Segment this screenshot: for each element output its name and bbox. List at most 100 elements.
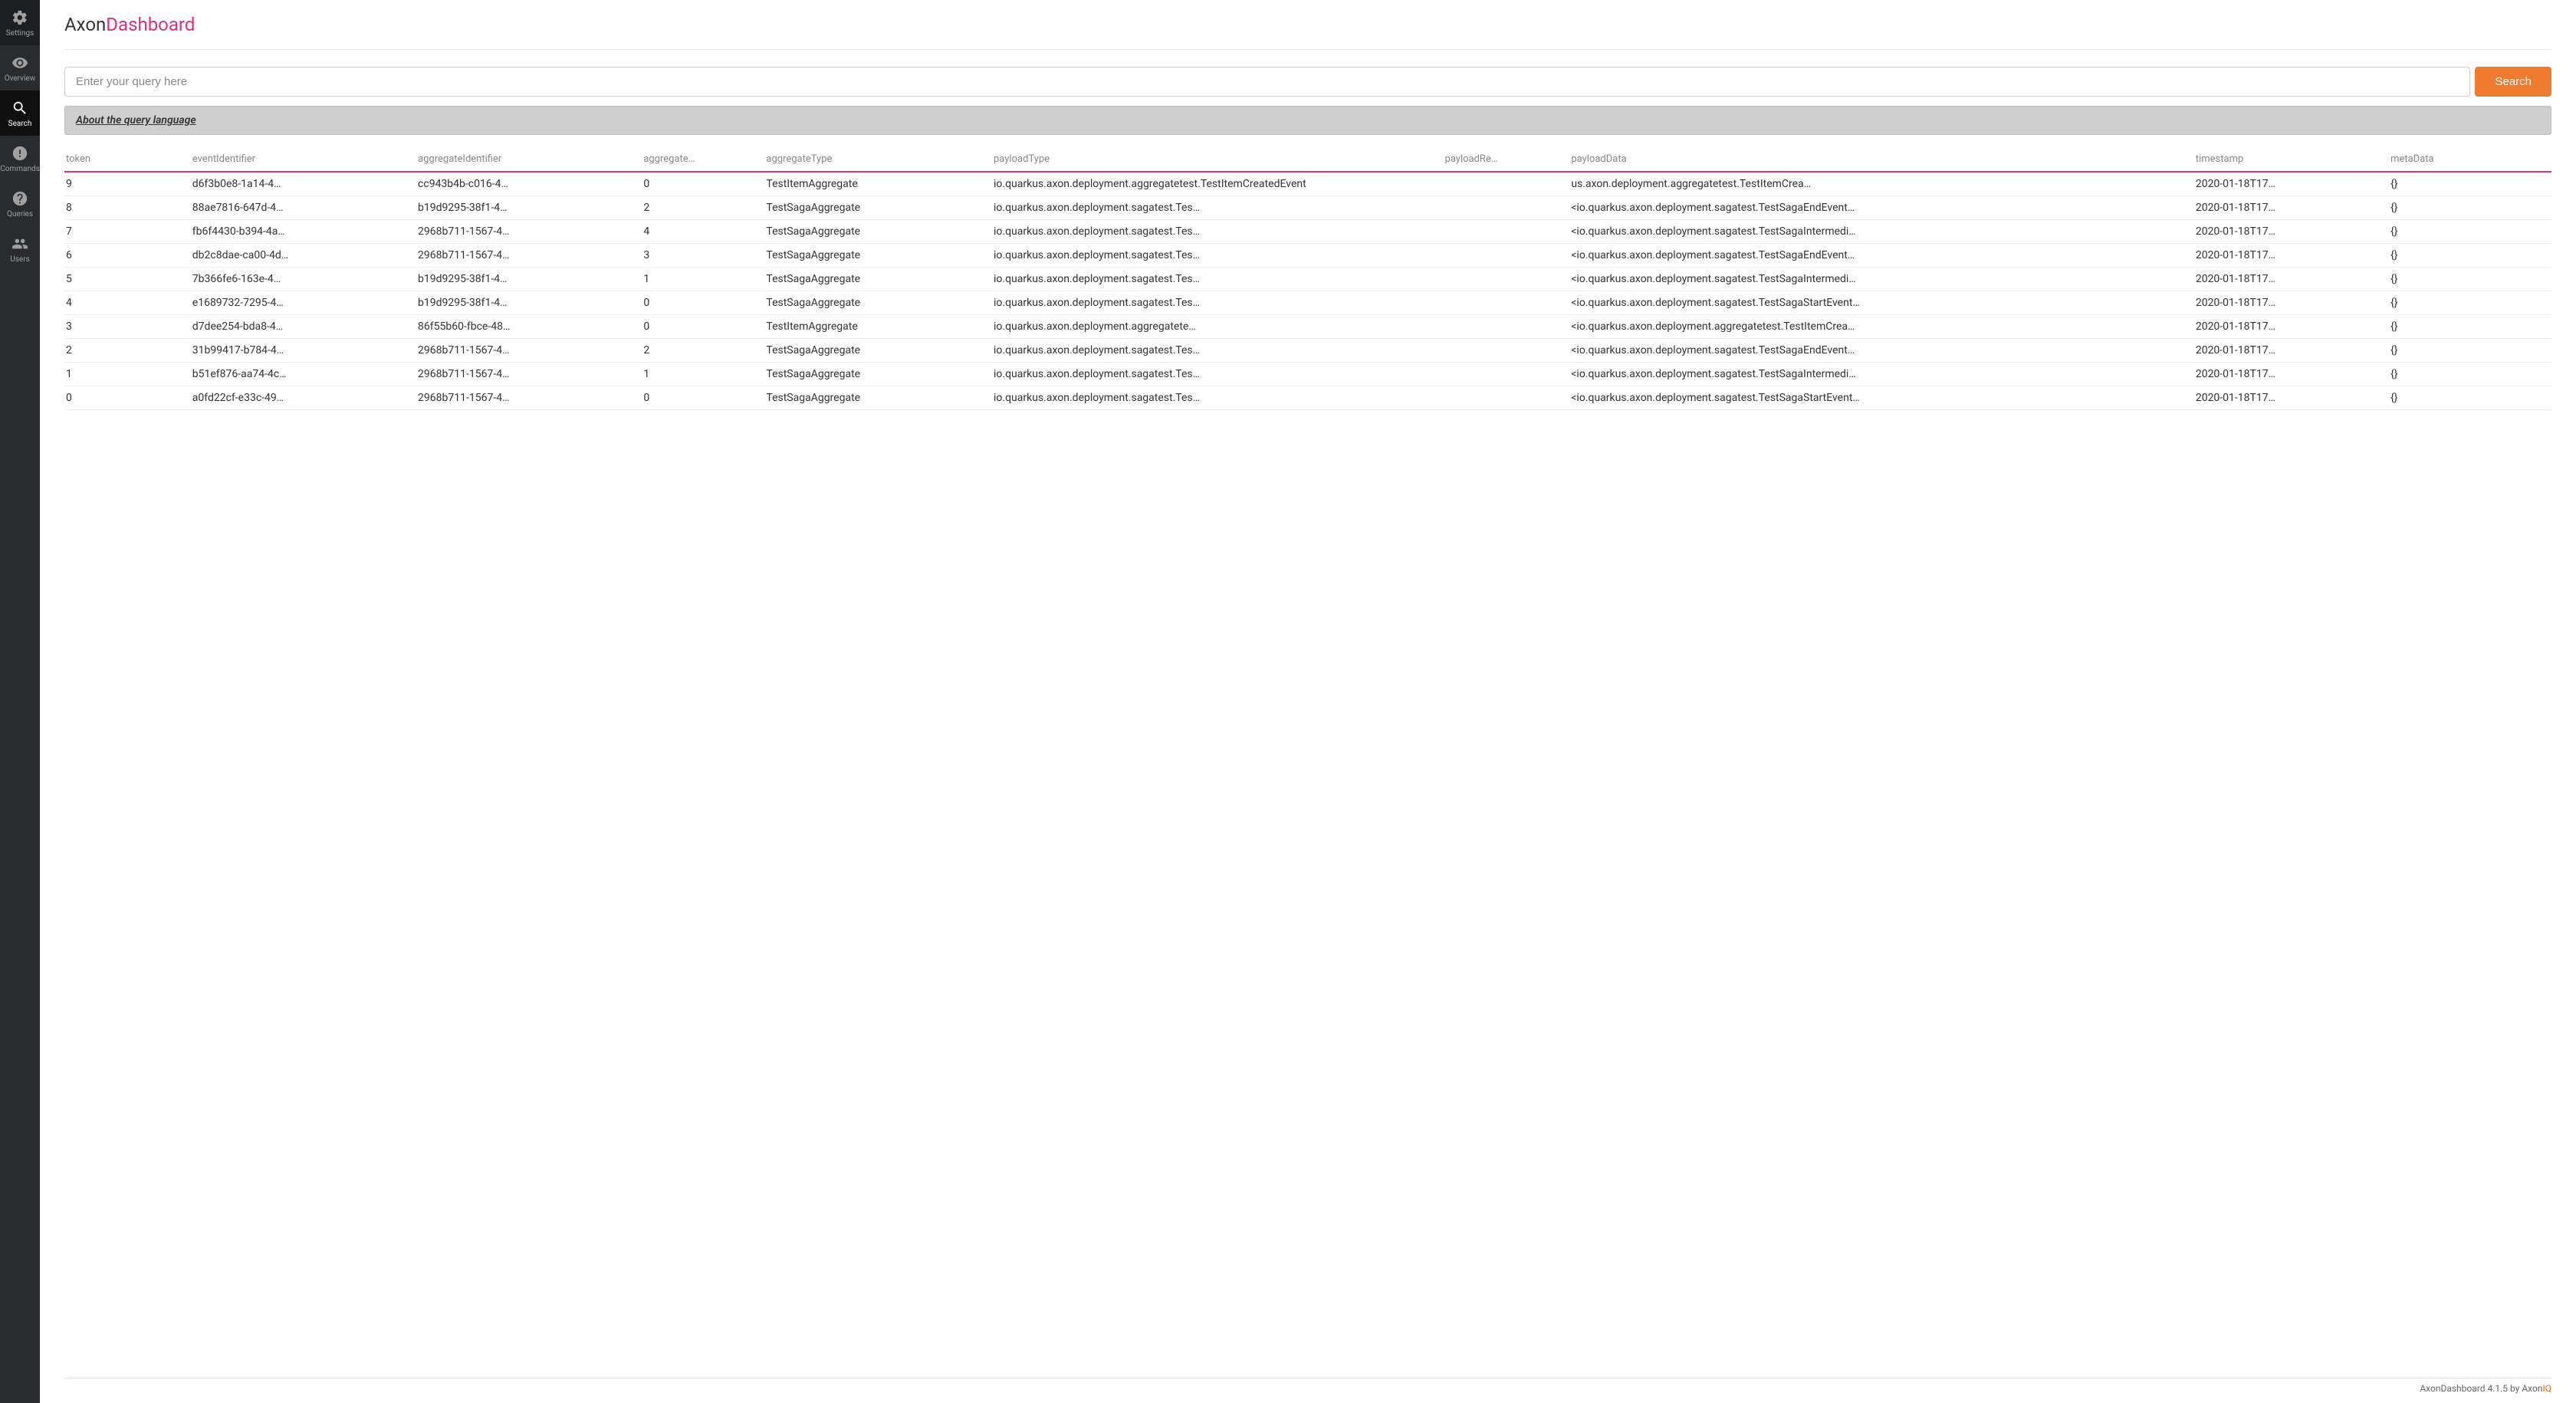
- column-header[interactable]: token: [64, 149, 191, 172]
- cell-metaData: {}: [2389, 172, 2551, 196]
- column-header[interactable]: aggregateType: [764, 149, 992, 172]
- cell-aggregateType: TestSagaAggregate: [764, 220, 992, 244]
- footer-brand: Axon: [2522, 1383, 2542, 1394]
- sidebar-item-label: Queries: [7, 210, 33, 219]
- cell-payloadType: io.quarkus.axon.deployment.aggregatetest…: [992, 172, 1444, 196]
- cell-eventIdentifier: b51ef876-aa74-4c…: [191, 363, 416, 386]
- cell-token: 1: [64, 363, 191, 386]
- table-row[interactable]: 1b51ef876-aa74-4c…2968b711-1567-4…1TestS…: [64, 363, 2551, 386]
- cell-timestamp: 2020-01-18T17…: [2194, 172, 2389, 196]
- cell-aggregateIdentifier: 2968b711-1567-4…: [416, 363, 642, 386]
- cell-metaData: {}: [2389, 315, 2551, 339]
- column-header[interactable]: metaData: [2389, 149, 2551, 172]
- footer: AxonDashboard 4.1.5 by AxonIQ: [64, 1378, 2551, 1394]
- cell-eventIdentifier: 88ae7816-647d-4…: [191, 196, 416, 220]
- cell-payloadType: io.quarkus.axon.deployment.sagatest.Tes…: [992, 291, 1444, 315]
- table-row[interactable]: 888ae7816-647d-4…b19d9295-38f1-4…2TestSa…: [64, 196, 2551, 220]
- column-header[interactable]: aggregateIdentifier: [416, 149, 642, 172]
- sidebar-item-label: Search: [8, 120, 32, 128]
- cell-aggregateType: TestSagaAggregate: [764, 339, 992, 363]
- column-header[interactable]: timestamp: [2194, 149, 2389, 172]
- cell-metaData: {}: [2389, 339, 2551, 363]
- cell-aggregateSeq: 1: [642, 268, 764, 291]
- cell-aggregateSeq: 1: [642, 363, 764, 386]
- cell-payloadData: <io.quarkus.axon.deployment.sagatest.Tes…: [1569, 268, 2194, 291]
- cell-payloadData: us.axon.deployment.aggregatetest.TestIte…: [1569, 172, 2194, 196]
- table-row[interactable]: 3d7dee254-bda8-4…86f55b60-fbce-48…0TestI…: [64, 315, 2551, 339]
- cell-metaData: {}: [2389, 244, 2551, 268]
- sidebar-item-users[interactable]: Users: [0, 226, 40, 271]
- cell-aggregateSeq: 0: [642, 172, 764, 196]
- column-header[interactable]: payloadType: [992, 149, 1444, 172]
- cell-payloadType: io.quarkus.axon.deployment.sagatest.Tes…: [992, 220, 1444, 244]
- cell-payloadType: io.quarkus.axon.deployment.sagatest.Tes…: [992, 339, 1444, 363]
- cell-payloadRev: [1444, 386, 1570, 410]
- sidebar-item-commands[interactable]: Commands: [0, 136, 40, 181]
- table-row[interactable]: 7fb6f4430-b394-4a…2968b711-1567-4…4TestS…: [64, 220, 2551, 244]
- sidebar-item-queries[interactable]: Queries: [0, 181, 40, 226]
- table-row[interactable]: 4e1689732-7295-4…b19d9295-38f1-4…0TestSa…: [64, 291, 2551, 315]
- sidebar-item-overview[interactable]: Overview: [0, 45, 40, 90]
- cell-payloadRev: [1444, 291, 1570, 315]
- table-row[interactable]: 9d6f3b0e8-1a14-4…cc943b4b-c016-4…0TestIt…: [64, 172, 2551, 196]
- cell-payloadData: <io.quarkus.axon.deployment.sagatest.Tes…: [1569, 339, 2194, 363]
- table-row[interactable]: 0a0fd22cf-e33c-49…2968b711-1567-4…0TestS…: [64, 386, 2551, 410]
- sidebar-item-label: Users: [10, 255, 30, 264]
- cell-payloadData: <io.quarkus.axon.deployment.sagatest.Tes…: [1569, 244, 2194, 268]
- cell-aggregateIdentifier: 2968b711-1567-4…: [416, 386, 642, 410]
- cell-payloadType: io.quarkus.axon.deployment.sagatest.Tes…: [992, 244, 1444, 268]
- cell-aggregateType: TestSagaAggregate: [764, 363, 992, 386]
- column-header[interactable]: payloadData: [1569, 149, 2194, 172]
- table-row[interactable]: 231b99417-b784-4…2968b711-1567-4…2TestSa…: [64, 339, 2551, 363]
- cell-token: 7: [64, 220, 191, 244]
- exclamation-icon: [12, 145, 28, 162]
- main-content: AxonDashboard Search About the query lan…: [40, 0, 2576, 1403]
- page-title: AxonDashboard: [64, 14, 2551, 35]
- sidebar-item-label: Commands: [0, 165, 40, 173]
- cell-payloadType: io.quarkus.axon.deployment.sagatest.Tes…: [992, 386, 1444, 410]
- cell-timestamp: 2020-01-18T17…: [2194, 363, 2389, 386]
- sidebar-item-settings[interactable]: Settings: [0, 0, 40, 45]
- cell-aggregateSeq: 4: [642, 220, 764, 244]
- footer-brand-suffix: IQ: [2542, 1383, 2551, 1394]
- table-row[interactable]: 6db2c8dae-ca00-4d…2968b711-1567-4…3TestS…: [64, 244, 2551, 268]
- cell-eventIdentifier: e1689732-7295-4…: [191, 291, 416, 315]
- cell-aggregateType: TestItemAggregate: [764, 172, 992, 196]
- cell-aggregateType: TestSagaAggregate: [764, 291, 992, 315]
- cell-token: 8: [64, 196, 191, 220]
- search-input[interactable]: [64, 67, 2470, 97]
- footer-text: AxonDashboard 4.1.5 by: [2420, 1383, 2522, 1394]
- cell-aggregateSeq: 0: [642, 291, 764, 315]
- column-header[interactable]: eventIdentifier: [191, 149, 416, 172]
- column-header[interactable]: aggregate…: [642, 149, 764, 172]
- cell-payloadData: <io.quarkus.axon.deployment.sagatest.Tes…: [1569, 220, 2194, 244]
- cell-aggregateIdentifier: cc943b4b-c016-4…: [416, 172, 642, 196]
- about-query-language-link[interactable]: About the query language: [76, 114, 196, 127]
- cell-payloadRev: [1444, 315, 1570, 339]
- cell-aggregateSeq: 0: [642, 386, 764, 410]
- cell-token: 9: [64, 172, 191, 196]
- cell-payloadRev: [1444, 339, 1570, 363]
- cell-payloadRev: [1444, 172, 1570, 196]
- cell-aggregateSeq: 2: [642, 196, 764, 220]
- cell-metaData: {}: [2389, 363, 2551, 386]
- cell-timestamp: 2020-01-18T17…: [2194, 268, 2389, 291]
- cell-eventIdentifier: a0fd22cf-e33c-49…: [191, 386, 416, 410]
- cell-token: 0: [64, 386, 191, 410]
- search-button[interactable]: Search: [2475, 67, 2551, 97]
- gear-icon: [12, 9, 28, 26]
- sidebar-item-search[interactable]: Search: [0, 90, 40, 136]
- cell-aggregateIdentifier: b19d9295-38f1-4…: [416, 291, 642, 315]
- eye-icon: [12, 54, 28, 71]
- cell-token: 2: [64, 339, 191, 363]
- cell-metaData: {}: [2389, 196, 2551, 220]
- cell-aggregateType: TestSagaAggregate: [764, 244, 992, 268]
- column-header[interactable]: payloadRe…: [1444, 149, 1570, 172]
- table-header: tokeneventIdentifieraggregateIdentifiera…: [64, 149, 2551, 172]
- cell-aggregateSeq: 0: [642, 315, 764, 339]
- table-row[interactable]: 57b366fe6-163e-4…b19d9295-38f1-4…1TestSa…: [64, 268, 2551, 291]
- cell-timestamp: 2020-01-18T17…: [2194, 244, 2389, 268]
- cell-eventIdentifier: db2c8dae-ca00-4d…: [191, 244, 416, 268]
- cell-payloadType: io.quarkus.axon.deployment.sagatest.Tes…: [992, 363, 1444, 386]
- cell-payloadRev: [1444, 244, 1570, 268]
